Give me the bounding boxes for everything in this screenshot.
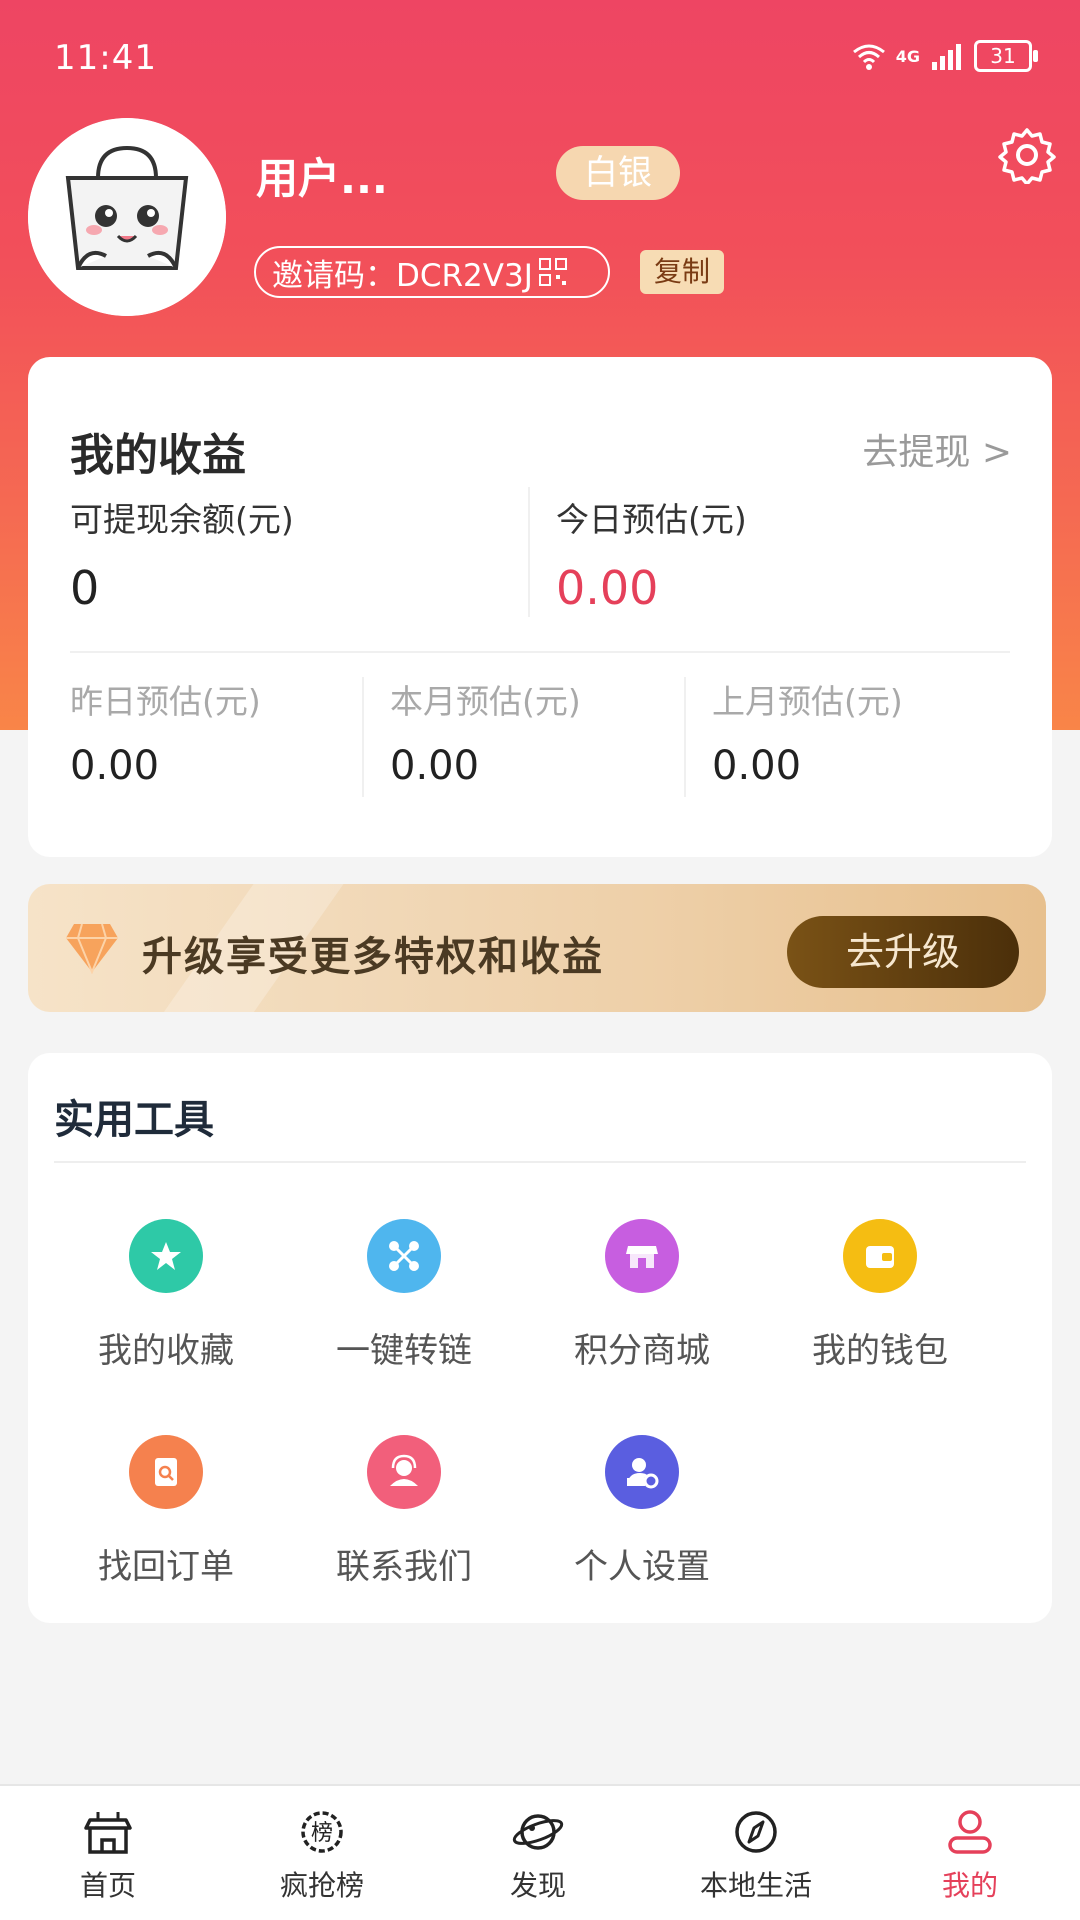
network-type: 4G	[895, 46, 920, 66]
tab-ranking[interactable]: 榜 疯抢榜	[242, 1808, 402, 1904]
status-bar: 11:41 4G 31	[0, 0, 1080, 110]
compass-icon	[735, 1811, 777, 1853]
store-icon	[605, 1219, 679, 1293]
tool-points-mall[interactable]: 积分商城	[552, 1219, 732, 1372]
copy-button[interactable]: 复制	[640, 250, 724, 294]
tool-favorites[interactable]: 我的收藏	[76, 1219, 256, 1372]
profile-icon	[948, 1810, 992, 1854]
user-settings-icon	[605, 1435, 679, 1509]
month-estimate-label: 本月预估(元)	[390, 682, 581, 721]
invite-code-text: 邀请码：DCR2V3J	[272, 257, 533, 294]
order-search-icon	[129, 1435, 203, 1509]
diamond-icon	[66, 923, 118, 974]
svg-text:榜: 榜	[311, 1821, 333, 1846]
wifi-icon	[852, 44, 885, 70]
last-month-estimate-value: 0.00	[712, 743, 802, 789]
tool-label: 个人设置	[574, 1547, 710, 1587]
tool-label: 一键转链	[336, 1331, 472, 1371]
planet-icon	[512, 1814, 564, 1850]
home-shop-icon	[84, 1812, 132, 1854]
today-estimate-value: 0.00	[556, 561, 659, 615]
shopping-bag-mascot-icon	[28, 118, 226, 316]
tool-personal-settings[interactable]: 个人设置	[552, 1435, 732, 1588]
divider	[54, 1161, 1026, 1163]
qr-code-icon[interactable]	[538, 258, 567, 286]
divider	[362, 677, 364, 797]
username: 用户...	[256, 154, 388, 203]
earnings-title: 我的收益	[70, 430, 246, 481]
tool-label: 找回订单	[98, 1547, 234, 1587]
tool-label: 联系我们	[336, 1547, 472, 1587]
tab-label: 发现	[509, 1869, 566, 1902]
last-month-estimate-label: 上月预估(元)	[712, 682, 903, 721]
tools-title: 实用工具	[54, 1097, 214, 1143]
settings-button[interactable]	[998, 126, 1056, 186]
upgrade-banner[interactable]: 升级享受更多特权和收益 去升级	[28, 884, 1046, 1012]
tab-label: 疯抢榜	[279, 1869, 364, 1902]
tool-label: 积分商城	[574, 1331, 710, 1371]
yesterday-estimate-label: 昨日预估(元)	[70, 682, 261, 721]
tool-convert-link[interactable]: 一键转链	[314, 1219, 494, 1372]
link-nodes-icon	[367, 1219, 441, 1293]
signal-icon	[932, 44, 961, 70]
gear-icon	[998, 128, 1056, 186]
divider	[684, 677, 686, 797]
avatar[interactable]	[28, 118, 226, 316]
upgrade-button[interactable]: 去升级	[787, 916, 1019, 988]
wallet-icon	[843, 1219, 917, 1293]
month-estimate-value: 0.00	[390, 743, 480, 789]
tools-card: 实用工具 我的收藏 一键转链 积分商城 我的钱包 找回订单 联系我们 个人设置	[28, 1053, 1052, 1623]
tab-label: 本地生活	[699, 1869, 812, 1902]
ranking-badge-icon: 榜	[301, 1811, 343, 1853]
tab-label: 我的	[941, 1869, 998, 1902]
today-estimate-label: 今日预估(元)	[556, 500, 747, 539]
tool-wallet[interactable]: 我的钱包	[790, 1219, 970, 1372]
yesterday-estimate-value: 0.00	[70, 743, 160, 789]
invite-code: 邀请码：DCR2V3J	[254, 246, 610, 298]
tab-local-life[interactable]: 本地生活	[676, 1808, 836, 1904]
tab-mine[interactable]: 我的	[890, 1808, 1050, 1904]
bottom-tab-bar: 首页 榜 疯抢榜 发现 本地生活 我的	[0, 1784, 1080, 1920]
tab-discover[interactable]: 发现	[458, 1808, 618, 1904]
tool-find-order[interactable]: 找回订单	[76, 1435, 256, 1588]
tool-label: 我的钱包	[812, 1331, 948, 1371]
tool-label: 我的收藏	[98, 1331, 234, 1371]
system-icons: 4G 31	[852, 40, 1038, 72]
battery-indicator: 31	[974, 40, 1038, 72]
star-icon	[129, 1219, 203, 1293]
withdraw-link[interactable]: 去提现 >	[862, 423, 1012, 475]
tab-home[interactable]: 首页	[28, 1808, 188, 1904]
status-time: 11:41	[54, 38, 157, 78]
customer-service-icon	[367, 1435, 441, 1509]
divider	[70, 651, 1010, 653]
balance-value: 0	[70, 561, 100, 615]
tool-contact-us[interactable]: 联系我们	[314, 1435, 494, 1588]
balance-label: 可提现余额(元)	[70, 500, 294, 539]
earnings-card: 我的收益 去提现 > 可提现余额(元) 0 今日预估(元) 0.00 昨日预估(…	[28, 357, 1052, 857]
upgrade-text: 升级享受更多特权和收益	[142, 934, 604, 980]
tab-label: 首页	[79, 1869, 136, 1902]
member-level-badge: 白银	[556, 146, 680, 200]
divider	[528, 487, 530, 617]
